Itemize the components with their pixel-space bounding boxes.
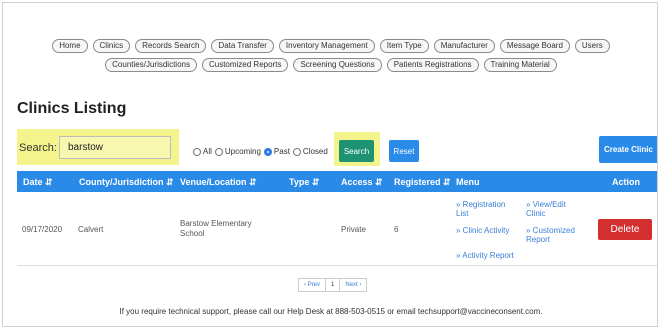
- nav-training-material[interactable]: Training Material: [483, 58, 557, 72]
- sort-icon: ⇵: [249, 177, 257, 187]
- nav-screening-questions[interactable]: Screening Questions: [293, 58, 382, 72]
- nav-data-transfer[interactable]: Data Transfer: [211, 39, 274, 53]
- search-button[interactable]: Search: [339, 140, 374, 162]
- status-filter: All Upcoming Past Closed: [193, 147, 331, 156]
- menu-registration-list-line2[interactable]: List: [456, 209, 468, 218]
- header-type-label: Type: [289, 177, 310, 187]
- pagination-page-1[interactable]: 1: [325, 278, 341, 292]
- pagination-prev[interactable]: ‹ Prev: [298, 278, 327, 292]
- sort-icon: ⇵: [443, 177, 451, 187]
- header-access[interactable]: Access ⇵: [341, 177, 383, 188]
- page-title: Clinics Listing: [17, 100, 127, 117]
- sort-icon: ⇵: [166, 177, 174, 187]
- header-access-label: Access: [341, 177, 373, 187]
- filter-past[interactable]: Past: [263, 147, 290, 156]
- radio-past[interactable]: [263, 147, 272, 156]
- filter-all-label: All: [203, 147, 212, 156]
- menu-registration-list[interactable]: » Registration: [456, 200, 505, 209]
- nav-customized-reports[interactable]: Customized Reports: [201, 58, 289, 72]
- menu-activity-report[interactable]: » Activity Report: [456, 251, 514, 260]
- nav-patients-registrations[interactable]: Patients Registrations: [386, 58, 479, 72]
- sort-icon: ⇵: [45, 177, 53, 187]
- radio-closed[interactable]: [292, 147, 301, 156]
- menu-customized-report[interactable]: » Customized: [526, 226, 575, 235]
- header-date[interactable]: Date ⇵: [23, 177, 53, 188]
- nav-inventory-management[interactable]: Inventory Management: [278, 39, 375, 53]
- filter-closed[interactable]: Closed: [292, 147, 328, 156]
- header-county[interactable]: County/Jurisdiction ⇵: [79, 177, 174, 188]
- cell-venue-line1: Barstow Elementary: [180, 219, 252, 228]
- filter-all[interactable]: All: [193, 147, 212, 156]
- cell-access: Private: [341, 225, 366, 234]
- header-action: Action: [612, 177, 640, 187]
- header-venue-label: Venue/Location: [180, 177, 247, 187]
- cell-date: 09/17/2020: [22, 225, 63, 234]
- filter-past-label: Past: [273, 147, 290, 156]
- top-nav: Home Clinics Records Search Data Transfe…: [3, 39, 657, 77]
- menu-clinic-activity[interactable]: » Clinic Activity: [456, 226, 509, 235]
- cell-county: Calvert: [78, 225, 104, 234]
- nav-clinics[interactable]: Clinics: [92, 39, 131, 53]
- cell-registered: 6: [394, 225, 399, 234]
- cell-venue-line2: School: [180, 229, 205, 238]
- nav-row-1: Home Clinics Records Search Data Transfe…: [3, 39, 657, 53]
- nav-home[interactable]: Home: [52, 39, 88, 53]
- nav-message-board[interactable]: Message Board: [499, 39, 570, 53]
- pagination: ‹ Prev 1 Next ›: [298, 278, 368, 292]
- header-menu: Menu: [456, 177, 480, 187]
- header-county-label: County/Jurisdiction: [79, 177, 164, 187]
- nav-users[interactable]: Users: [574, 39, 610, 53]
- nav-records-search[interactable]: Records Search: [135, 39, 207, 53]
- sort-icon: ⇵: [311, 177, 320, 187]
- nav-manufacturer[interactable]: Manufacturer: [433, 39, 495, 53]
- filter-upcoming[interactable]: Upcoming: [214, 147, 261, 156]
- header-type[interactable]: Type ⇵: [289, 177, 319, 188]
- nav-counties-jurisdictions[interactable]: Counties/Jurisdictions: [105, 58, 197, 72]
- menu-view-edit-clinic-line2[interactable]: Clinic: [526, 209, 546, 218]
- radio-upcoming[interactable]: [214, 147, 223, 156]
- page-frame: Home Clinics Records Search Data Transfe…: [2, 2, 658, 327]
- filter-closed-label: Closed: [302, 147, 328, 156]
- reset-button[interactable]: Reset: [389, 140, 419, 162]
- header-registered[interactable]: Registered ⇵: [394, 177, 451, 188]
- footer-support-text: If you require technical support, please…: [119, 307, 543, 316]
- search-label: Search:: [19, 142, 57, 154]
- menu-view-edit-clinic[interactable]: » View/Edit: [526, 200, 566, 209]
- nav-row-2: Counties/Jurisdictions Customized Report…: [3, 58, 657, 72]
- header-date-label: Date: [23, 177, 43, 187]
- radio-all[interactable]: [193, 147, 201, 156]
- menu-customized-report-line2[interactable]: Report: [526, 235, 550, 244]
- pagination-next[interactable]: Next ›: [339, 278, 368, 292]
- create-clinic-button[interactable]: Create Clinic: [599, 136, 657, 163]
- sort-icon: ⇵: [375, 177, 383, 187]
- row-divider: [17, 265, 657, 266]
- table-header: Date ⇵ County/Jurisdiction ⇵ Venue/Locat…: [17, 171, 657, 192]
- delete-button[interactable]: Delete: [598, 219, 652, 240]
- nav-item-type[interactable]: Item Type: [379, 39, 429, 53]
- header-venue[interactable]: Venue/Location ⇵: [180, 177, 257, 188]
- header-registered-label: Registered: [394, 177, 441, 187]
- filter-upcoming-label: Upcoming: [224, 147, 261, 156]
- search-input[interactable]: [59, 136, 171, 159]
